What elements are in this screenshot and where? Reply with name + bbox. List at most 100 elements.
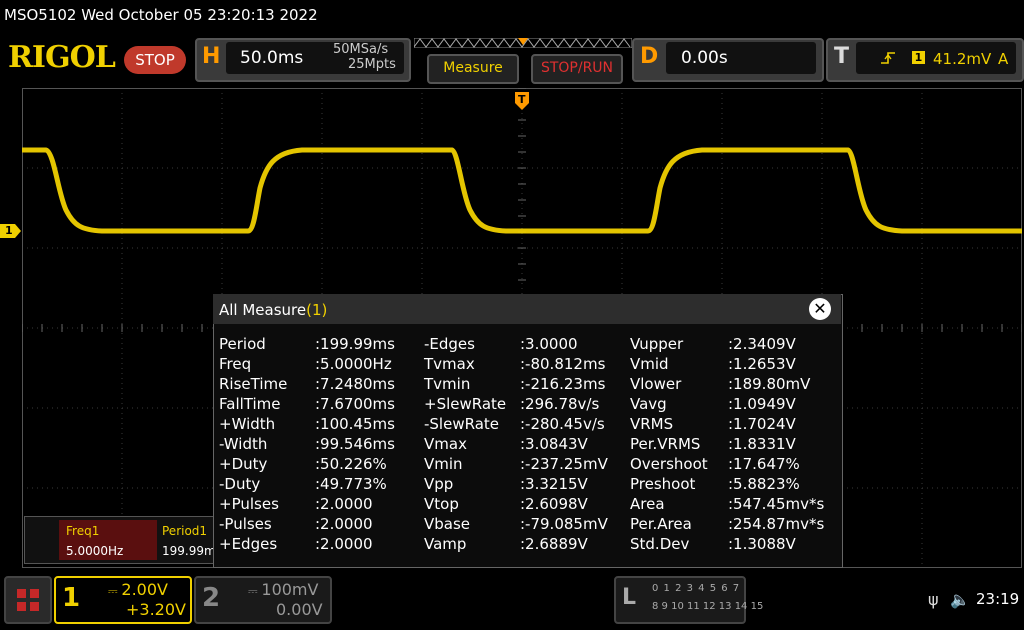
measurement-value: :199.99ms	[315, 335, 395, 353]
measurement-name: Tvmin	[424, 375, 471, 393]
measurement-name: +Pulses	[219, 495, 279, 513]
measurement-value: :296.78v/s	[520, 395, 600, 413]
measurement-value: :99.546ms	[315, 435, 395, 453]
all-measure-title: All Measure(1)	[219, 301, 327, 319]
measurement-value: :2.0000	[315, 535, 373, 553]
stop-run-button[interactable]: STOP/RUN	[531, 54, 623, 84]
delay-value: 0.00s	[681, 48, 728, 68]
device-title: MSO5102 Wed October 05 23:20:13 2022	[4, 6, 318, 24]
measurement-value: :-237.25mV	[520, 455, 608, 473]
measurement-value: :17.647%	[728, 455, 800, 473]
ch2-number: 2	[202, 583, 221, 613]
ch2-offset: 0.00V	[276, 600, 323, 619]
measurement-name: FallTime	[219, 395, 281, 413]
close-icon[interactable]: ✕	[809, 298, 831, 320]
measurement-name: Tvmax	[424, 355, 475, 373]
measurement-name: Vmax	[424, 435, 467, 453]
measurement-value: :50.226%	[315, 455, 387, 473]
measurement-name: Vavg	[630, 395, 667, 413]
measurement-value: :1.7024V	[728, 415, 796, 433]
measurement-value: :2.6098V	[520, 495, 588, 513]
measurement-value: :-280.45v/s	[520, 415, 605, 433]
la-channels-row2: 8 9 10 11 12 13 14 15	[652, 601, 764, 612]
measurement-value: :5.0000Hz	[315, 355, 392, 373]
measurement-value: :1.2653V	[728, 355, 796, 373]
trigger-letter: T	[834, 44, 850, 69]
ch2-scale-value: 100mV	[261, 580, 319, 599]
measurement-name: Vmid	[630, 355, 669, 373]
measurement-name: RiseTime	[219, 375, 288, 393]
quick-measure-value: 5.0000Hz	[66, 544, 124, 558]
measurement-value: :189.80mV	[728, 375, 811, 393]
dc-coupling-icon: ⎓	[108, 584, 122, 598]
timebase-value: 50.0ms	[240, 48, 304, 68]
trigger-mode: A	[998, 50, 1009, 68]
rising-edge-icon	[881, 52, 895, 64]
horizontal-letter: H	[202, 44, 221, 69]
measurement-name: -Duty	[219, 475, 261, 493]
measurement-name: +Edges	[219, 535, 278, 553]
delay-letter: D	[640, 44, 659, 69]
la-channels-row1: 0 1 2 3 4 5 6 7	[652, 583, 741, 594]
rigol-logo: RIGOL	[8, 40, 116, 75]
measurement-name: Std.Dev	[630, 535, 690, 553]
run-state-badge[interactable]: STOP	[124, 46, 186, 74]
measurement-name: Preshoot	[630, 475, 696, 493]
measurement-value: :1.8331V	[728, 435, 796, 453]
quick-measure-label: Freq1	[66, 524, 100, 538]
trigger-position-strip	[414, 38, 632, 48]
ch1-scale-value: 2.00V	[121, 580, 168, 599]
measurement-value: :49.773%	[315, 475, 387, 493]
main-menu-button[interactable]	[4, 576, 52, 624]
measurement-value: :254.87mv*s	[728, 515, 825, 533]
sample-rate: 50MSa/s	[333, 42, 389, 57]
logic-analyzer-letter: L	[622, 585, 637, 610]
measurement-value: :-80.812ms	[520, 355, 606, 373]
ch1-scale: ⎓ 2.00V	[108, 580, 168, 599]
measurement-name: Area	[630, 495, 665, 513]
ch2-scale: ⎓ 100mV	[248, 580, 318, 599]
measurement-value: :5.8823%	[728, 475, 800, 493]
measurement-name: Vupper	[630, 335, 684, 353]
measurement-name: Vtop	[424, 495, 459, 513]
all-measure-count: (1)	[306, 301, 328, 319]
measurement-value: :2.0000	[315, 515, 373, 533]
ch1-offset: +3.20V	[126, 600, 186, 619]
trigger-marker-label: T	[518, 93, 526, 106]
measurement-value: :2.3409V	[728, 335, 796, 353]
clock: 23:19	[976, 590, 1020, 608]
measurement-name: Per.VRMS	[630, 435, 701, 453]
trigger-level: 41.2mV	[933, 50, 992, 68]
measurement-name: Vbase	[424, 515, 471, 533]
measurement-value: :2.6889V	[520, 535, 588, 553]
usb-icon: ψ	[928, 590, 939, 609]
measurement-name: -Edges	[424, 335, 475, 353]
speaker-muted-icon[interactable]: 🔈	[950, 590, 970, 609]
dc-coupling-icon: ⎓	[248, 584, 262, 598]
measurement-name: Vamp	[424, 535, 467, 553]
measurement-value: :-79.085mV	[520, 515, 608, 533]
all-measure-title-text: All Measure	[219, 301, 307, 319]
measurement-name: +Duty	[219, 455, 268, 473]
measurement-name: -Width	[219, 435, 268, 453]
measurement-name: Period	[219, 335, 266, 353]
measurement-name: Vmin	[424, 455, 463, 473]
measurement-value: :7.6700ms	[315, 395, 395, 413]
measurement-name: Overshoot	[630, 455, 708, 473]
measurement-name: Vlower	[630, 375, 682, 393]
measurement-name: Freq	[219, 355, 252, 373]
measurement-name: -SlewRate	[424, 415, 499, 433]
measurement-value: :3.0843V	[520, 435, 588, 453]
measurement-name: -Pulses	[219, 515, 272, 533]
trigger-source-badge: 1	[912, 51, 925, 64]
measure-button[interactable]: Measure	[427, 54, 519, 84]
measurement-name: VRMS	[630, 415, 674, 433]
quick-measure-label: Period1	[162, 524, 208, 538]
measurement-value: :1.0949V	[728, 395, 796, 413]
measurement-name: +Width	[219, 415, 276, 433]
grid-menu-icon	[17, 589, 39, 611]
measurement-value: :7.2480ms	[315, 375, 395, 393]
ch1-marker-label: 1	[5, 224, 13, 237]
measurement-name: +SlewRate	[424, 395, 507, 413]
measurement-value: :100.45ms	[315, 415, 395, 433]
